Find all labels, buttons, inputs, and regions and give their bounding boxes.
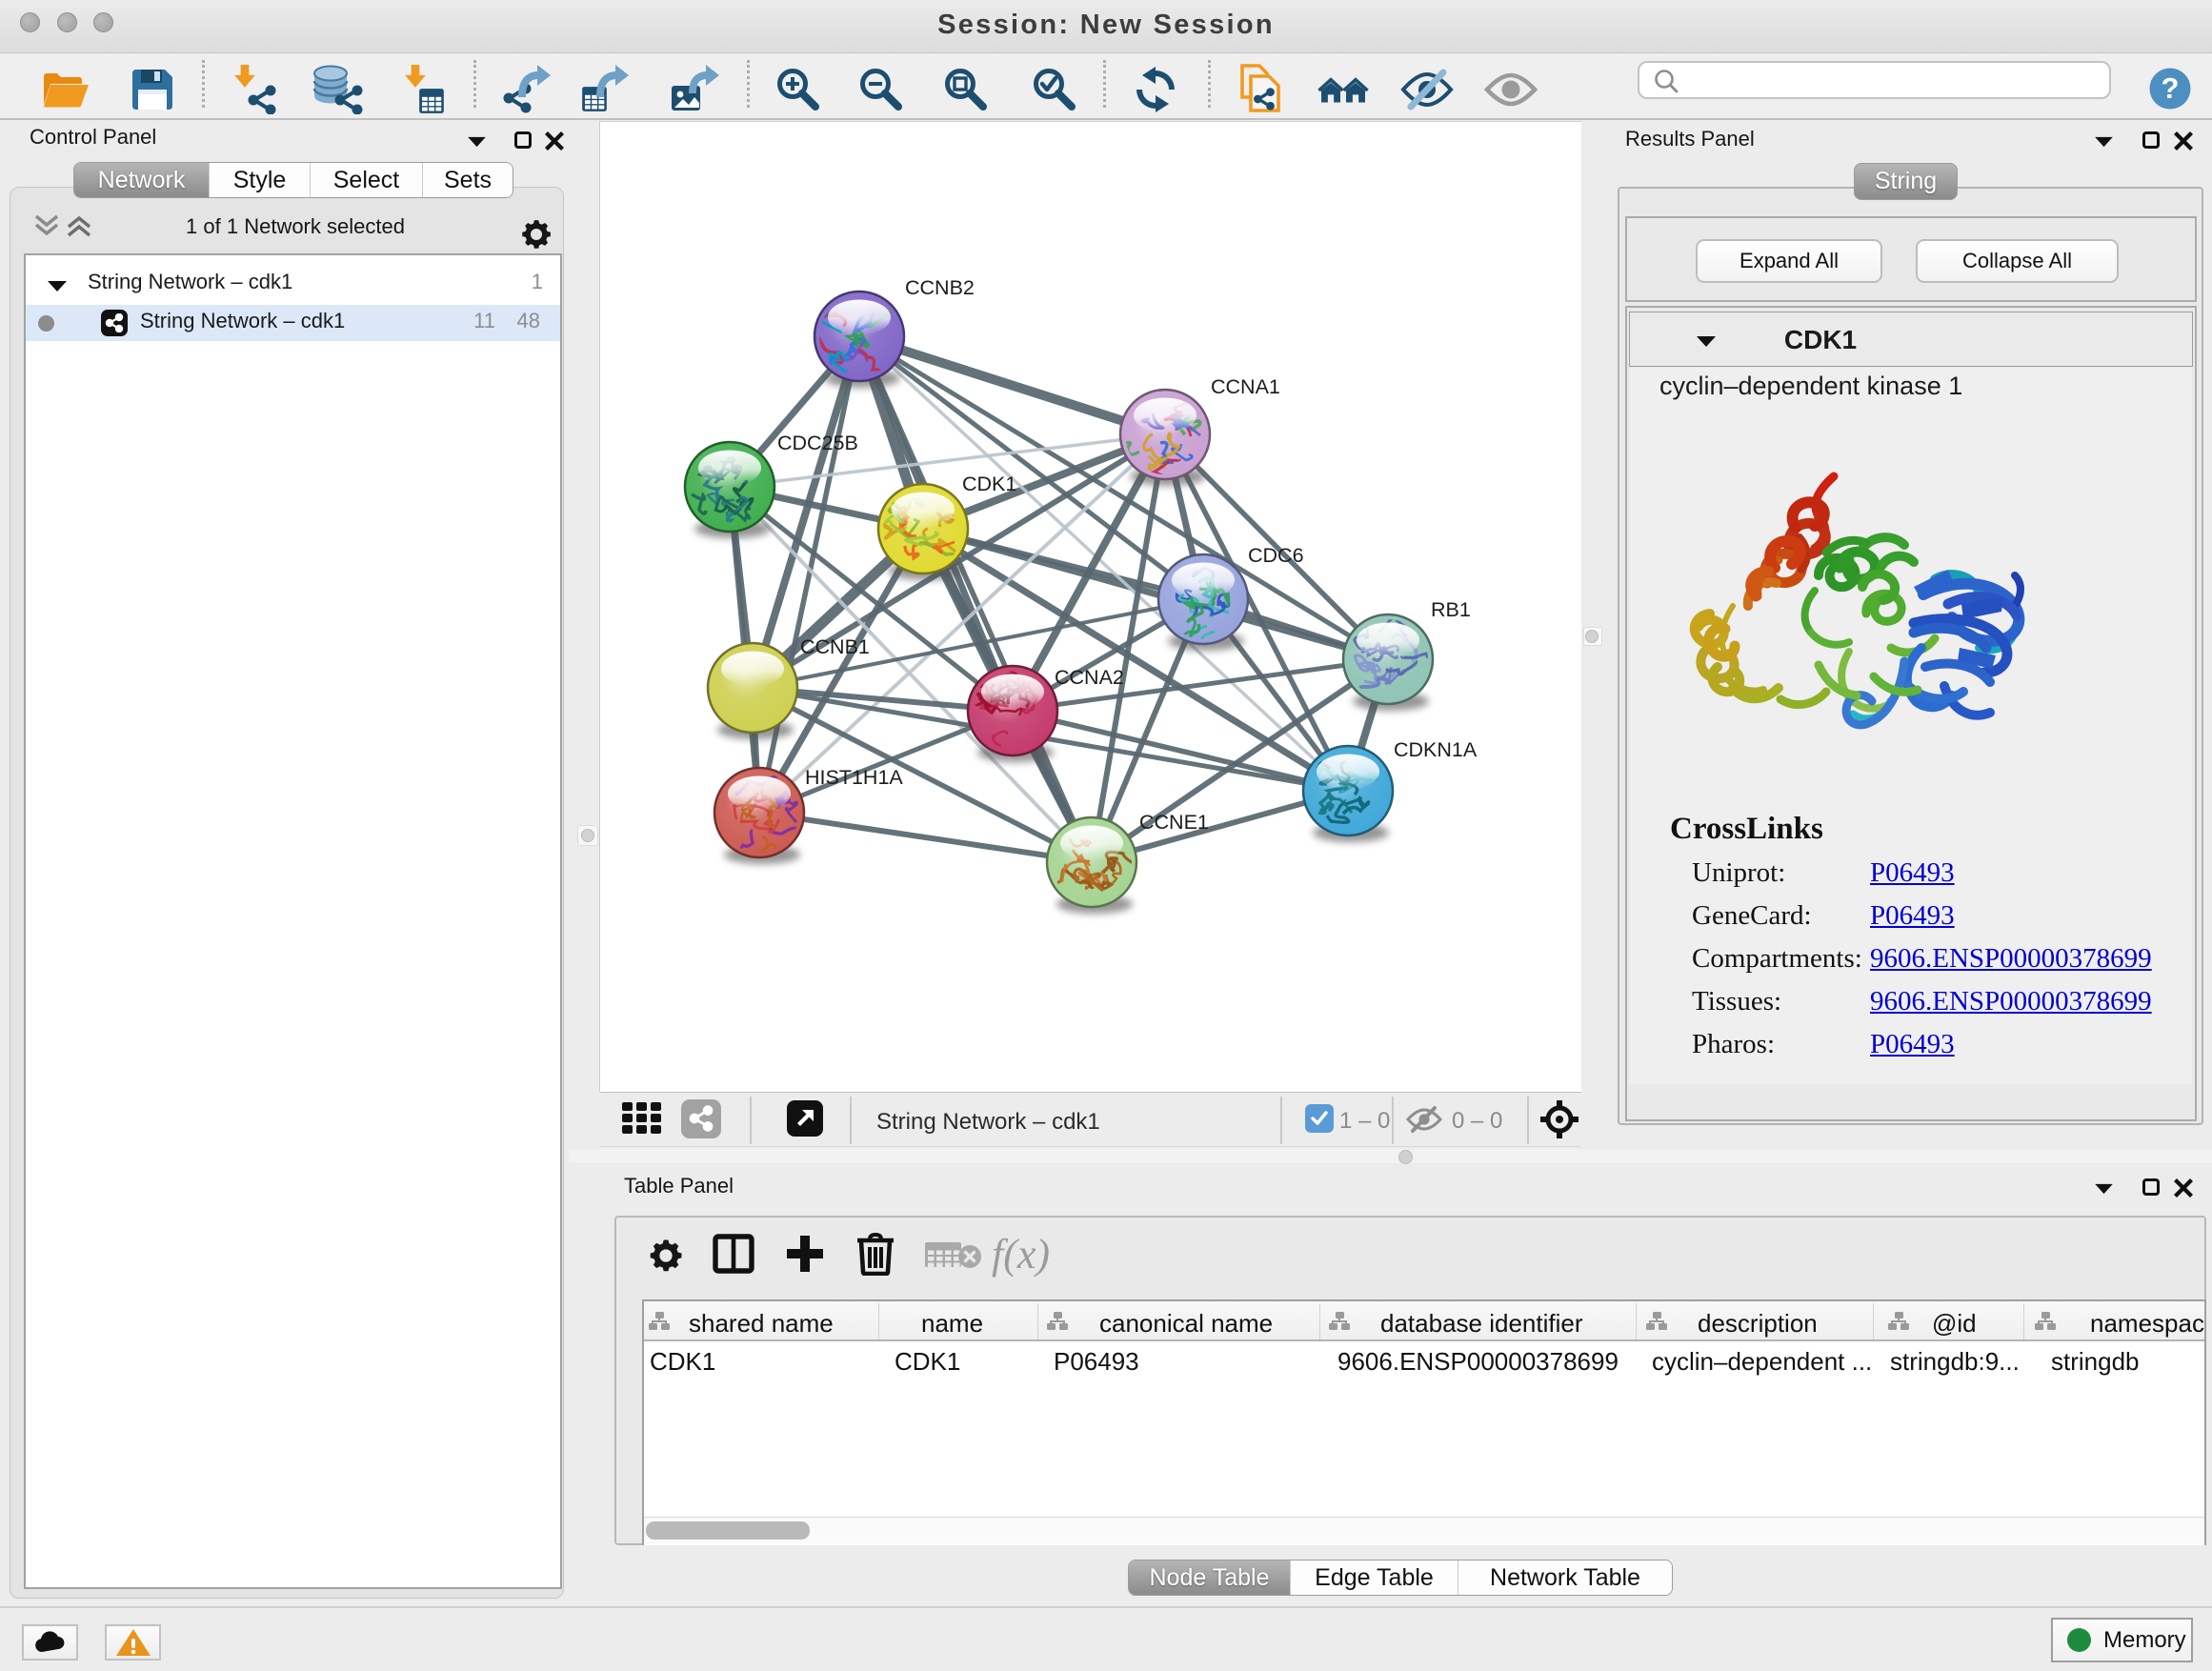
svg-text:HIST1H1A: HIST1H1A xyxy=(805,766,903,789)
svg-text:RB1: RB1 xyxy=(1431,598,1471,621)
svg-text:CDKN1A: CDKN1A xyxy=(1394,738,1478,761)
svg-text:CCNB2: CCNB2 xyxy=(905,276,975,299)
svg-text:?: ? xyxy=(2162,71,2180,105)
svg-text:CDK1: CDK1 xyxy=(962,473,1016,495)
svg-text:CCNA2: CCNA2 xyxy=(1055,666,1124,689)
svg-text:CDC25B: CDC25B xyxy=(777,432,858,454)
svg-text:CCNB1: CCNB1 xyxy=(800,635,870,658)
svg-text:CCNA1: CCNA1 xyxy=(1211,375,1280,398)
svg-text:CCNE1: CCNE1 xyxy=(1139,811,1209,834)
svg-text:CDC6: CDC6 xyxy=(1248,544,1304,567)
